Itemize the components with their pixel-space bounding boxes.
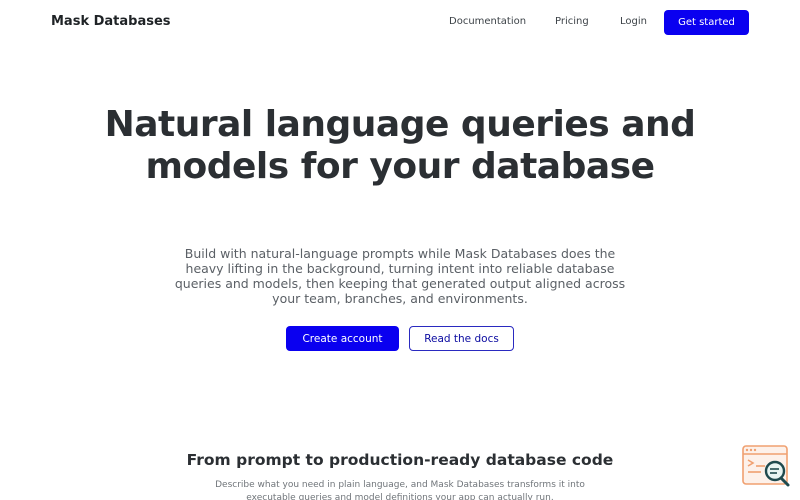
section-title: From prompt to production-ready database… <box>186 451 614 469</box>
top-nav: Mask Databases Documentation Pricing Log… <box>0 0 800 44</box>
nav-link-login[interactable]: Login <box>620 16 647 27</box>
section-subtitle: Describe what you need in plain language… <box>215 480 585 500</box>
hero-subtitle: Build with natural-language prompts whil… <box>174 246 626 306</box>
hero-title: Natural language queries and models for … <box>104 104 696 187</box>
read-docs-button[interactable]: Read the docs <box>409 326 514 351</box>
create-account-button[interactable]: Create account <box>286 326 399 351</box>
nav-link-documentation[interactable]: Documentation <box>449 16 526 27</box>
nav-link-pricing[interactable]: Pricing <box>555 16 589 27</box>
brand-logo[interactable]: Mask Databases <box>51 14 171 29</box>
get-started-button[interactable]: Get started <box>664 10 749 35</box>
code-search-icon[interactable] <box>741 444 791 488</box>
